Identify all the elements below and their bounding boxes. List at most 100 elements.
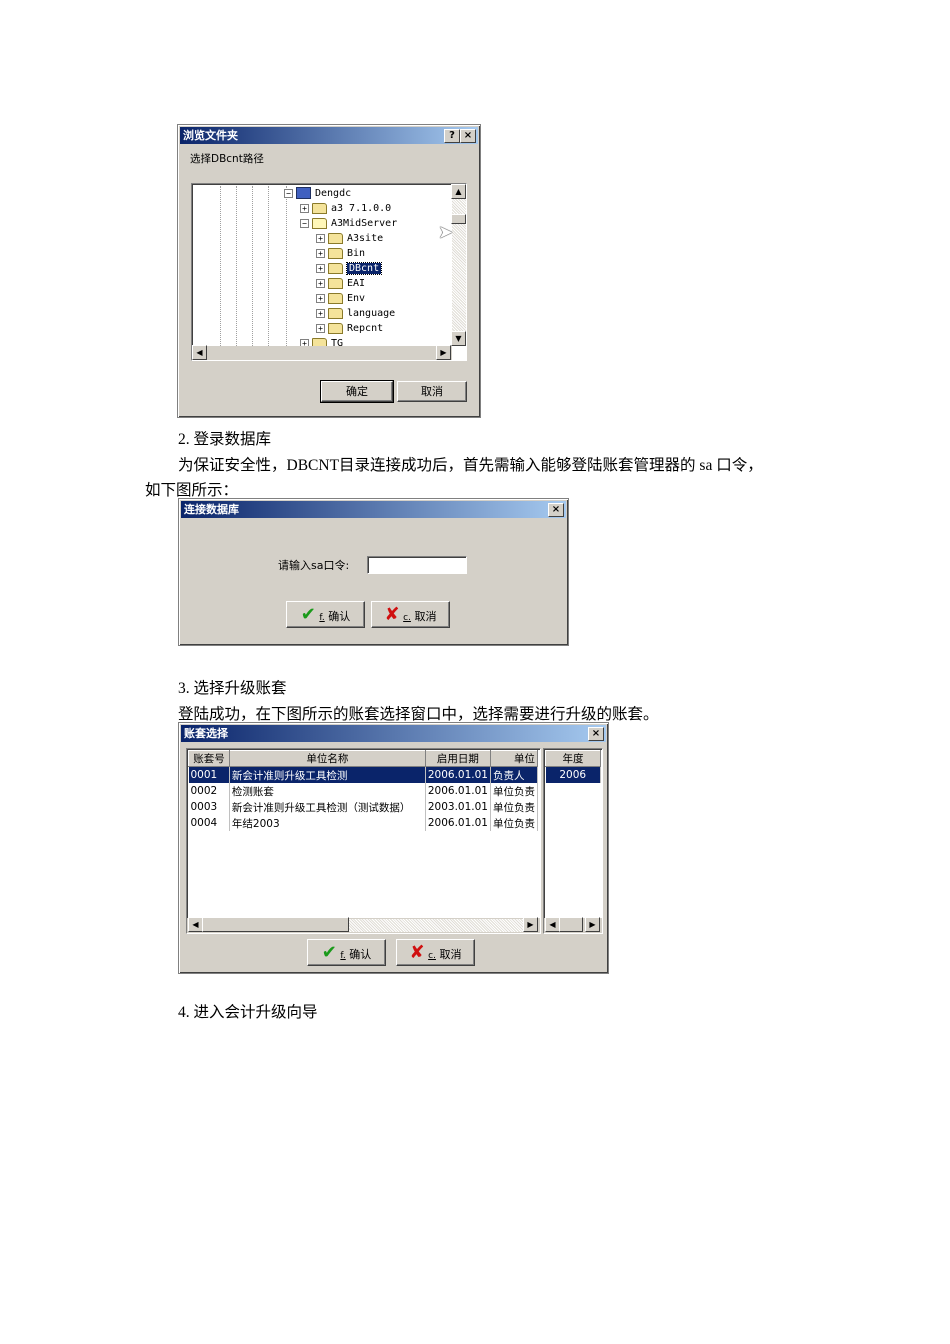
expand-icon[interactable]: +: [300, 203, 309, 213]
expand-icon[interactable]: +: [316, 293, 325, 303]
computer-icon: [296, 187, 311, 199]
folder-tree[interactable]: − Dengdc + a3 7.1.0.0 − A3MidServer + A3site + Bi…: [191, 183, 467, 361]
confirm-button[interactable]: ✔ f. 确认: [286, 601, 365, 628]
year-scroll-right-button[interactable]: ▶: [585, 917, 600, 932]
table-row[interactable]: 0002 检测账套 2006.01.01 单位负责: [188, 783, 539, 799]
grid-scroll-thumb[interactable]: [202, 917, 349, 932]
collapse-icon[interactable]: −: [300, 218, 309, 228]
expand-icon[interactable]: +: [316, 248, 325, 258]
browse-dialog-title: 浏览文件夹: [183, 129, 238, 142]
tree-scroll-down-button[interactable]: ▼: [451, 331, 466, 346]
tree-item[interactable]: + Env: [316, 291, 365, 306]
tree-item[interactable]: + language: [316, 306, 395, 321]
confirm-button[interactable]: ✔ f. 确认: [307, 939, 386, 966]
tree-scroll-up-button[interactable]: ▲: [451, 184, 466, 199]
tree-item[interactable]: + EAI: [316, 276, 365, 291]
tree-item-label: Bin: [347, 248, 366, 259]
tree-item-label: DBcnt: [345, 262, 383, 275]
col-header-unit-name[interactable]: 单位名称: [228, 750, 426, 767]
tree-item[interactable]: + Bin: [316, 246, 365, 261]
table-cell: 2006.01.01: [425, 766, 491, 783]
tree-item[interactable]: + a3 7.1.0.0: [300, 201, 391, 216]
tree-item[interactable]: − Dengdc: [284, 186, 351, 201]
folder-icon: [328, 292, 343, 304]
cancel-button[interactable]: ✘ c. 取消: [396, 939, 475, 966]
table-cell: 负责人: [490, 766, 539, 783]
step3-body: 登陆成功，在下图所示的账套选择窗口中，选择需要进行升级的账套。: [178, 706, 659, 723]
confirm-label: 确认: [328, 610, 351, 623]
close-button[interactable]: ×: [548, 503, 564, 517]
table-cell: 0002: [188, 783, 230, 799]
year-row[interactable]: 2006: [545, 766, 601, 783]
tree-item-label: Env: [347, 293, 366, 304]
grid-scroll-right-button[interactable]: ▶: [523, 917, 538, 932]
year-grid[interactable]: 年度 2006 ◀ ▶: [543, 748, 603, 934]
expand-icon[interactable]: +: [316, 308, 325, 318]
folder-icon: [328, 307, 343, 319]
expand-icon[interactable]: +: [316, 323, 325, 333]
tree-item[interactable]: + Repcnt: [316, 321, 383, 336]
tree-item-label: language: [347, 308, 396, 319]
grid-scroll-left-button[interactable]: ◀: [188, 917, 203, 932]
ok-button[interactable]: 确定: [320, 380, 394, 403]
cancel-hotkey: c.: [403, 613, 411, 623]
year-scroll-thumb[interactable]: [559, 917, 583, 932]
table-cell: 2003.01.01: [425, 799, 491, 815]
cancel-label: 取消: [414, 610, 437, 623]
account-grid[interactable]: 账套号 单位名称 启用日期 单位 0001 新会计准则升级工具检测 2006.01.…: [186, 748, 541, 934]
connect-database-dialog: 连接数据库 × 请输入sa口令: ✔ f. 确认 ✘ c. 取消: [178, 498, 569, 646]
table-row[interactable]: 0003 新会计准则升级工具检测（测试数据） 2003.01.01 单位负责: [188, 799, 539, 815]
table-row[interactable]: 0001 新会计准则升级工具检测 2006.01.01 负责人: [188, 766, 539, 783]
checkmark-icon: ✔: [300, 604, 316, 625]
tree-item-label: a3 7.1.0.0: [331, 203, 392, 214]
cancel-hotkey: c.: [428, 951, 436, 961]
password-input[interactable]: [367, 556, 467, 574]
table-cell: 单位负责: [490, 799, 539, 815]
cross-icon: ✘: [384, 604, 400, 625]
connect-dialog-title: 连接数据库: [184, 503, 239, 516]
cancel-button[interactable]: ✘ c. 取消: [371, 601, 450, 628]
year-scroll-left-button[interactable]: ◀: [545, 917, 560, 932]
col-header-start-date[interactable]: 启用日期: [424, 750, 491, 767]
folder-icon: [328, 232, 343, 244]
close-button[interactable]: ×: [460, 129, 476, 143]
tree-scroll-right-button[interactable]: ▶: [436, 345, 451, 360]
expand-icon[interactable]: +: [316, 278, 325, 288]
table-cell: 新会计准则升级工具检测: [229, 766, 426, 783]
browse-prompt: 选择DBcnt路径: [190, 153, 264, 165]
expand-icon[interactable]: +: [316, 263, 325, 273]
password-label: 请输入sa口令:: [278, 559, 350, 572]
year-cell: 2006: [545, 766, 601, 783]
tree-item-label: Repcnt: [347, 323, 384, 334]
tree-item[interactable]: + A3site: [316, 231, 383, 246]
collapse-icon[interactable]: −: [284, 188, 293, 198]
tree-scroll-left-button[interactable]: ◀: [192, 345, 207, 360]
close-button[interactable]: ×: [588, 727, 604, 741]
tree-item[interactable]: + DBcnt: [316, 261, 383, 276]
table-cell: 0003: [188, 799, 230, 815]
step2-heading: 2. 登录数据库: [178, 431, 272, 448]
col-header-unit[interactable]: 单位: [489, 750, 539, 767]
account-dialog-titlebar: 账套选择 ×: [181, 725, 606, 742]
tree-scroll-thumb[interactable]: [451, 214, 466, 224]
tree-item-label: A3site: [347, 233, 384, 244]
table-cell: 0004: [188, 815, 230, 831]
help-button[interactable]: ?: [444, 129, 460, 143]
folder-icon: [328, 247, 343, 259]
confirm-hotkey: f.: [340, 951, 346, 961]
col-header-account-no[interactable]: 账套号: [188, 750, 230, 767]
col-header-year[interactable]: 年度: [545, 750, 601, 767]
step2-body-line2: 如下图所示：: [145, 482, 239, 499]
checkmark-icon: ✔: [321, 942, 337, 963]
mouse-cursor-icon: ➤: [438, 222, 454, 243]
table-cell: 单位负责: [490, 783, 539, 799]
table-row[interactable]: 0004 年结2003 2006.01.01 单位负责: [188, 815, 539, 831]
expand-icon[interactable]: +: [316, 233, 325, 243]
step3-heading: 3. 选择升级账套: [178, 680, 287, 697]
account-select-dialog: 账套选择 × 账套号 单位名称 启用日期 单位 0001 新会计准则升级工具检测 2…: [178, 722, 609, 974]
folder-icon: [328, 322, 343, 334]
tree-item[interactable]: − A3MidServer: [300, 216, 397, 231]
connect-dialog-titlebar: 连接数据库 ×: [181, 501, 566, 518]
tree-item-label: Dengdc: [315, 188, 352, 199]
cancel-button[interactable]: 取消: [397, 381, 467, 402]
